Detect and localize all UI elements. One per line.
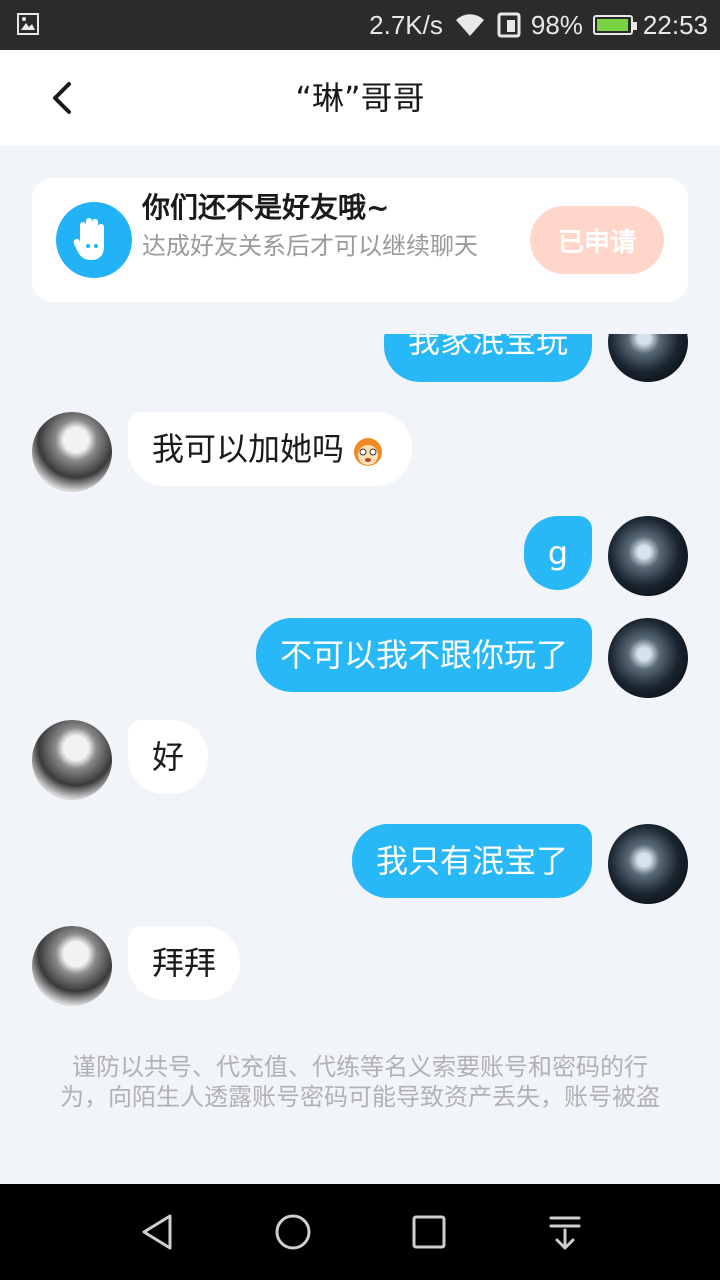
my-avatar[interactable] bbox=[608, 618, 688, 698]
monkey-emoji-icon bbox=[354, 438, 383, 466]
sim-icon bbox=[497, 12, 521, 38]
notice-subtitle: 达成好友关系后才可以继续聊天 bbox=[142, 232, 478, 260]
applied-button[interactable]: 已申请 bbox=[530, 206, 664, 274]
nav-recents-icon[interactable] bbox=[409, 1212, 449, 1252]
image-notification-icon bbox=[17, 13, 39, 35]
back-button[interactable] bbox=[38, 70, 94, 126]
message-text: 我可以加她吗 bbox=[152, 430, 345, 468]
battery-percent: 98% bbox=[530, 9, 583, 40]
page-title: “琳”哥哥 bbox=[295, 79, 425, 117]
message-bubble[interactable]: 拜拜 bbox=[128, 926, 241, 1000]
battery-icon bbox=[592, 15, 637, 35]
message-bubble[interactable]: g bbox=[523, 516, 592, 590]
my-avatar[interactable] bbox=[608, 334, 688, 382]
message-bubble[interactable]: 不可以我不跟你玩了 bbox=[255, 618, 592, 692]
battery-fill bbox=[596, 19, 629, 31]
friend-avatar[interactable] bbox=[32, 720, 112, 800]
system-nav-bar bbox=[0, 1184, 720, 1280]
clock: 22:53 bbox=[642, 9, 708, 40]
wifi-icon bbox=[455, 14, 484, 36]
network-speed: 2.7K/s bbox=[369, 9, 443, 40]
security-warning: 谨防以共号、代充值、代练等名义索要账号和密码的行为，向陌生人透露账号密码可能导致… bbox=[60, 1053, 660, 1111]
message-list[interactable]: 我家泯宝玩 我可以加她吗 g 不可以我不跟你玩了 好 我只有泯宝了 拜拜 bbox=[0, 334, 720, 1034]
wave-hand-icon bbox=[56, 202, 132, 278]
my-avatar[interactable] bbox=[608, 824, 688, 904]
my-avatar[interactable] bbox=[608, 516, 688, 596]
nav-notifications-icon[interactable] bbox=[545, 1212, 585, 1252]
message-bubble[interactable]: 我可以加她吗 bbox=[128, 412, 413, 486]
message-bubble[interactable]: 我家泯宝玩 bbox=[383, 334, 592, 382]
nav-home-icon[interactable] bbox=[273, 1212, 313, 1252]
not-friends-notice: 你们还不是好友哦~ 达成好友关系后才可以继续聊天 已申请 bbox=[32, 178, 688, 302]
nav-back-icon[interactable] bbox=[138, 1212, 178, 1252]
chevron-left-icon bbox=[53, 82, 71, 114]
friend-avatar[interactable] bbox=[32, 412, 112, 492]
status-bar: 2.7K/s 98% 22:53 bbox=[0, 0, 720, 50]
notice-title: 你们还不是好友哦~ bbox=[142, 191, 390, 224]
message-bubble[interactable]: 好 bbox=[128, 720, 209, 794]
chat-header: “琳”哥哥 bbox=[0, 50, 720, 146]
friend-avatar[interactable] bbox=[32, 926, 112, 1006]
message-bubble[interactable]: 我只有泯宝了 bbox=[351, 824, 592, 898]
